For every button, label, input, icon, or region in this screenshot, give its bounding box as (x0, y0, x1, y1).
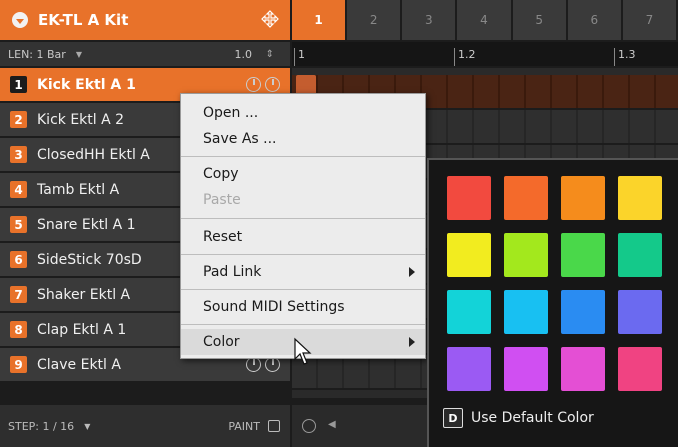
sound-number: 1 (10, 76, 27, 93)
sound-number: 6 (10, 251, 27, 268)
timeline-marker: 1 (294, 48, 305, 66)
menu-item-label: Color (203, 334, 240, 350)
menu-item-label: Pad Link (203, 264, 262, 280)
color-swatch[interactable] (618, 290, 662, 334)
tab-pattern-4[interactable]: 4 (457, 0, 511, 40)
kit-header[interactable]: EK-TL A Kit (0, 0, 290, 40)
sound-name: SideStick 70sD (37, 251, 142, 268)
step-bar: STEP: 1 / 16 ▼ PAINT (0, 405, 290, 447)
sound-name: ClosedHH Ektl A (37, 146, 150, 163)
menu-separator (181, 254, 425, 255)
menu-separator (181, 289, 425, 290)
sound-name: Kick Ektl A 1 (37, 76, 136, 93)
color-swatch[interactable] (504, 233, 548, 277)
knob-icon[interactable] (246, 357, 261, 372)
menu-item-save-as[interactable]: Save As ... (181, 126, 425, 152)
length-value[interactable]: 1.0 (235, 48, 253, 61)
color-swatch[interactable] (504, 347, 548, 391)
power-icon[interactable] (265, 357, 280, 372)
sound-number: 5 (10, 216, 27, 233)
submenu-arrow-icon (409, 267, 415, 277)
submenu-arrow-icon (409, 337, 415, 347)
menu-separator (181, 156, 425, 157)
length-spinner-icon[interactable]: ⇕ (266, 49, 274, 60)
menu-separator (181, 218, 425, 219)
use-default-color-label: Use Default Color (471, 410, 594, 426)
sound-number: 7 (10, 286, 27, 303)
color-swatch[interactable] (561, 176, 605, 220)
color-swatch[interactable] (561, 290, 605, 334)
zoom-icon[interactable] (302, 419, 316, 433)
sound-number: 8 (10, 321, 27, 338)
sound-name: Kick Ektl A 2 (37, 111, 125, 128)
timeline-marker: 1.3 (614, 48, 636, 66)
menu-item-pad-link[interactable]: Pad Link (181, 259, 425, 285)
step-dropdown-icon[interactable]: ▼ (84, 422, 90, 431)
sound-number: 9 (10, 356, 27, 373)
paint-label: PAINT (228, 419, 260, 433)
move-icon[interactable] (260, 9, 280, 29)
color-swatch[interactable] (618, 176, 662, 220)
default-key-icon: D (443, 408, 463, 428)
pattern-tabs: 1 2 3 4 5 6 7 (292, 0, 678, 40)
color-picker: D Use Default Color (427, 158, 678, 447)
color-swatch[interactable] (447, 290, 491, 334)
color-swatch[interactable] (561, 347, 605, 391)
menu-item-copy[interactable]: Copy (181, 161, 425, 187)
color-swatch[interactable] (447, 176, 491, 220)
tab-pattern-2[interactable]: 2 (347, 0, 401, 40)
power-icon[interactable] (265, 77, 280, 92)
color-swatch[interactable] (447, 347, 491, 391)
step-selector[interactable]: STEP: 1 / 16 (8, 420, 74, 433)
menu-item-paste[interactable]: Paste (181, 187, 425, 213)
sound-name: Snare Ektl A 1 (37, 216, 136, 233)
menu-item-sound-midi-settings[interactable]: Sound MIDI Settings (181, 294, 425, 320)
sound-number: 2 (10, 111, 27, 128)
use-default-color-button[interactable]: D Use Default Color (443, 408, 594, 428)
color-swatch[interactable] (504, 176, 548, 220)
tab-pattern-6[interactable]: 6 (567, 0, 621, 40)
tab-pattern-7[interactable]: 7 (622, 0, 676, 40)
tab-pattern-3[interactable]: 3 (402, 0, 456, 40)
timeline-marker: 1.2 (454, 48, 476, 66)
color-swatch[interactable] (504, 290, 548, 334)
knob-icon[interactable] (246, 77, 261, 92)
scroll-left-icon[interactable]: ◀ (328, 419, 336, 430)
length-selector[interactable]: LEN: 1 Bar (8, 48, 66, 61)
menu-item-reset[interactable]: Reset (181, 224, 425, 250)
sound-name: Shaker Ektl A (37, 286, 131, 303)
color-swatch[interactable] (618, 347, 662, 391)
sound-name: Clap Ektl A 1 (37, 321, 127, 338)
step-event[interactable] (296, 75, 316, 95)
tab-pattern-5[interactable]: 5 (512, 0, 566, 40)
length-bar: LEN: 1 Bar ▼ 1.0 ⇕ (0, 42, 290, 66)
color-swatch[interactable] (618, 233, 662, 277)
sound-number: 4 (10, 181, 27, 198)
context-menu: Open ... Save As ... Copy Paste Reset Pa… (180, 93, 426, 359)
paint-checkbox[interactable] (268, 420, 280, 432)
kit-title: EK-TL A Kit (38, 11, 129, 29)
sound-name: Tamb Ektl A (37, 181, 120, 198)
menu-separator (181, 324, 425, 325)
length-dropdown-icon[interactable]: ▼ (76, 50, 82, 59)
mouse-cursor-icon (294, 337, 312, 365)
kit-collapse-icon[interactable] (12, 12, 28, 28)
color-swatch[interactable] (561, 233, 605, 277)
sound-name: Clave Ektl A (37, 356, 121, 373)
tab-pattern-1[interactable]: 1 (292, 0, 346, 40)
timeline-ruler[interactable]: 1 1.2 1.3 (292, 42, 678, 66)
sound-number: 3 (10, 146, 27, 163)
color-swatch[interactable] (447, 233, 491, 277)
menu-item-open[interactable]: Open ... (181, 100, 425, 126)
